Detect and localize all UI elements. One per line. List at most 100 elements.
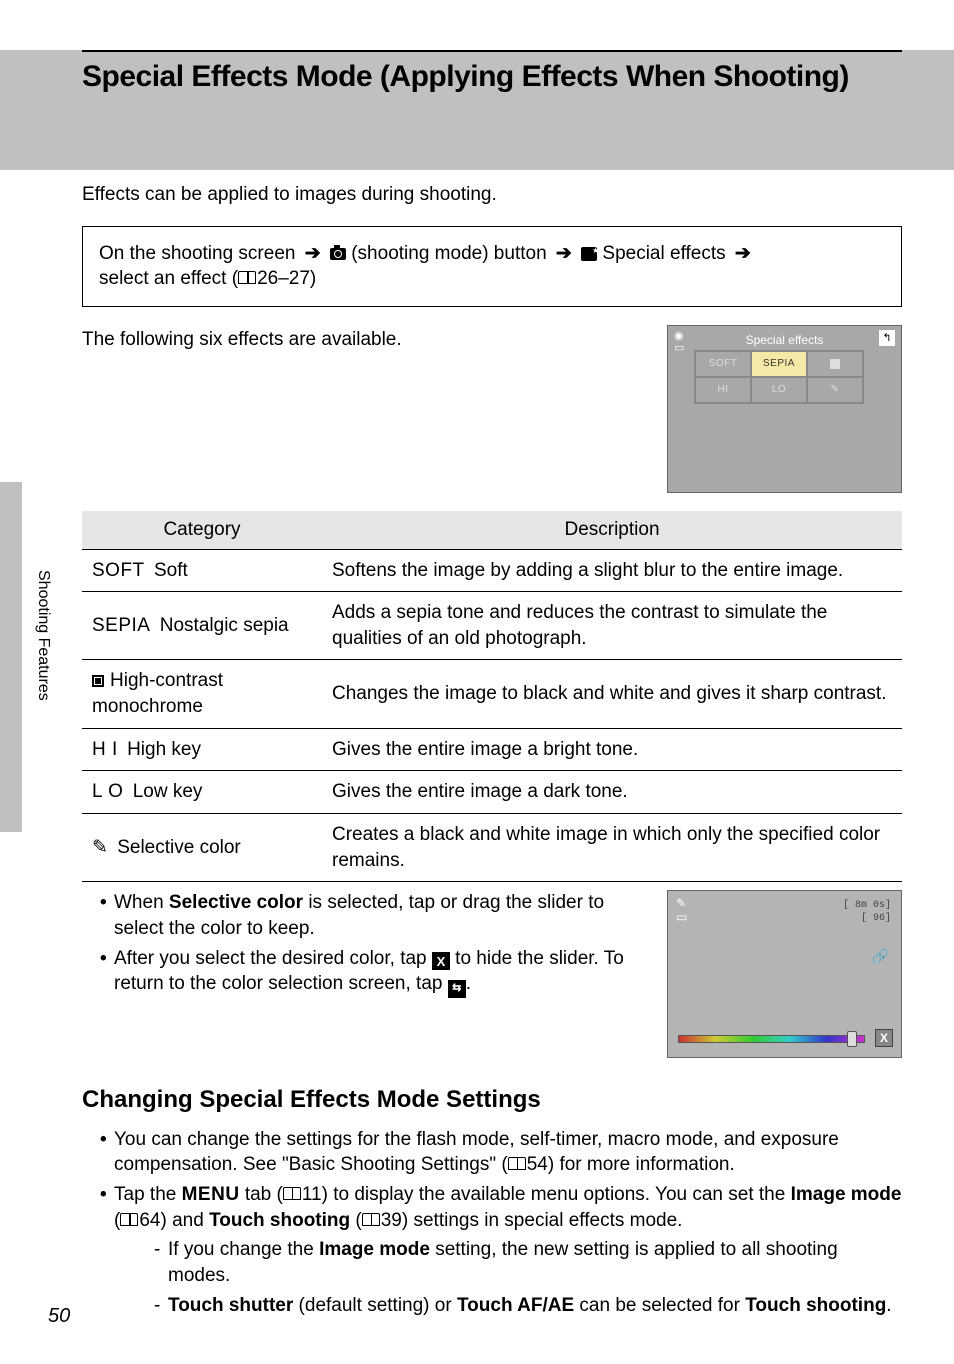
- subheading: Changing Special Effects Mode Settings: [82, 1084, 902, 1116]
- color-slider: [678, 1035, 865, 1043]
- preview-title: Special effects: [696, 332, 873, 348]
- grid-cell-selected: SEPIA: [751, 351, 807, 377]
- table-row: H I High key Gives the entire image a br…: [82, 728, 902, 771]
- page-ref: 64: [139, 1208, 160, 1234]
- effect-name: High-contrast monochrome: [92, 670, 223, 717]
- effect-name: Selective color: [117, 837, 241, 858]
- list-item: You can change the settings for the flas…: [100, 1127, 902, 1178]
- available-text: The following six effects are available.: [82, 325, 647, 353]
- screen-preview-selective-color: ✎▭ [ 8m 0s][ 96] 🔗 X: [667, 890, 902, 1058]
- bold-term: Touch AF/AE: [457, 1295, 574, 1316]
- text: ) settings in special effects mode.: [402, 1210, 683, 1231]
- menu-label: MENU: [182, 1184, 240, 1205]
- nav-text: ): [310, 268, 316, 289]
- list-item: After you select the desired color, tap …: [100, 946, 647, 998]
- arrow-icon: ➔: [305, 243, 321, 264]
- table-header: Description: [322, 511, 902, 549]
- text: If you change the: [168, 1239, 319, 1260]
- screen-preview-effects-grid: ◉▭ Special effects ↰ SOFT SEPIA HI LO ✎: [667, 325, 902, 493]
- nav-text: Special effects: [602, 243, 725, 264]
- effect-code: L O: [92, 781, 123, 802]
- camera-icon: [330, 248, 346, 260]
- page-ref: 11: [302, 1182, 322, 1208]
- table-row: High-contrast monochrome Changes the ima…: [82, 660, 902, 728]
- bold-term: Touch shooting: [745, 1295, 886, 1316]
- bold-term: Image mode: [791, 1184, 902, 1205]
- effect-desc: Creates a black and white image in which…: [322, 814, 902, 882]
- table-header: Category: [82, 511, 322, 549]
- text: can be selected for: [574, 1295, 745, 1316]
- book-ref-icon: [283, 1187, 301, 1200]
- section-label: Shooting Features: [34, 570, 52, 701]
- effect-desc: Gives the entire image a bright tone.: [322, 728, 902, 771]
- table-row: L O Low key Gives the entire image a dar…: [82, 771, 902, 814]
- monochrome-icon: [92, 675, 104, 687]
- page-title: Special Effects Mode (Applying Effects W…: [82, 52, 902, 94]
- arrow-icon: ➔: [735, 243, 751, 264]
- effect-desc: Adds a sepia tone and reduces the contra…: [322, 592, 902, 660]
- effect-name: Nostalgic sepia: [160, 615, 289, 636]
- text: .: [886, 1295, 891, 1316]
- link-icon: 🔗: [872, 947, 889, 966]
- text: .: [466, 973, 471, 994]
- bold-term: Selective color: [169, 892, 303, 913]
- effect-desc: Softens the image by adding a slight blu…: [322, 549, 902, 592]
- back-icon: ↰: [879, 330, 895, 346]
- bold-term: Touch shooting: [209, 1210, 350, 1231]
- slider-knob: [847, 1031, 857, 1047]
- table-row: SEPIA Nostalgic sepia Adds a sepia tone …: [82, 592, 902, 660]
- preview-mode-icon: ◉▭: [674, 330, 684, 354]
- page-ref: 26–27: [257, 266, 310, 292]
- page-ref: 54: [527, 1152, 548, 1178]
- intro-text: Effects can be applied to images during …: [82, 182, 902, 208]
- sub-list-item: If you change the Image mode setting, th…: [154, 1237, 902, 1288]
- special-effects-icon: [581, 247, 597, 261]
- navigation-path-box: On the shooting screen ➔ (shooting mode)…: [82, 226, 902, 307]
- text: After you select the desired color, tap: [114, 948, 432, 969]
- text: ) to display the available menu options.…: [322, 1184, 791, 1205]
- list-item: Tap the MENU tab ( 11) to display the ava…: [100, 1182, 902, 1318]
- book-ref-icon: [362, 1213, 380, 1226]
- book-ref-icon: [238, 271, 256, 284]
- list-item: When Selective color is selected, tap or…: [100, 890, 647, 941]
- preview-mode-icon: ✎▭: [676, 897, 687, 923]
- effects-table: Category Description SOFT Soft Softens t…: [82, 511, 902, 882]
- effect-code: SOFT: [92, 560, 145, 581]
- preview-status-text: [ 8m 0s][ 96]: [843, 899, 891, 925]
- nav-text: (shooting mode) button: [351, 243, 546, 264]
- table-row: ✎ Selective color Creates a black and wh…: [82, 814, 902, 882]
- nav-text: On the shooting screen: [99, 243, 295, 264]
- effect-name: Soft: [154, 560, 188, 581]
- slider-toggle-icon: ⇆: [448, 980, 466, 998]
- text: Tap the: [114, 1184, 182, 1205]
- effect-desc: Gives the entire image a dark tone.: [322, 771, 902, 814]
- text: When: [114, 892, 169, 913]
- effect-name: Low key: [133, 781, 203, 802]
- page-number: 50: [48, 1305, 70, 1328]
- book-ref-icon: [508, 1157, 526, 1170]
- effect-code: SEPIA: [92, 615, 150, 636]
- book-ref-icon: [120, 1213, 138, 1226]
- grid-cell: ✎: [807, 377, 863, 403]
- text: (default setting) or: [293, 1295, 457, 1316]
- bold-term: Touch shutter: [168, 1295, 293, 1316]
- text: tab (: [240, 1184, 283, 1205]
- text: (: [350, 1210, 362, 1231]
- text: ) for more information.: [548, 1154, 735, 1175]
- grid-cell: LO: [751, 377, 807, 403]
- grid-cell: SOFT: [695, 351, 751, 377]
- table-row: SOFT Soft Softens the image by adding a …: [82, 549, 902, 592]
- grid-cell: [807, 351, 863, 377]
- grid-cell: HI: [695, 377, 751, 403]
- sub-list-item: Touch shutter (default setting) or Touch…: [154, 1293, 902, 1319]
- bold-term: Image mode: [319, 1239, 430, 1260]
- close-slider-button: X: [875, 1029, 893, 1047]
- effect-desc: Changes the image to black and white and…: [322, 660, 902, 728]
- side-tab: [0, 482, 22, 832]
- effect-code: H I: [92, 739, 118, 760]
- brush-icon: ✎: [92, 835, 108, 861]
- effect-name: High key: [127, 739, 201, 760]
- page-ref: 39: [381, 1208, 402, 1234]
- x-close-icon: X: [432, 952, 450, 970]
- text: ) and: [160, 1210, 209, 1231]
